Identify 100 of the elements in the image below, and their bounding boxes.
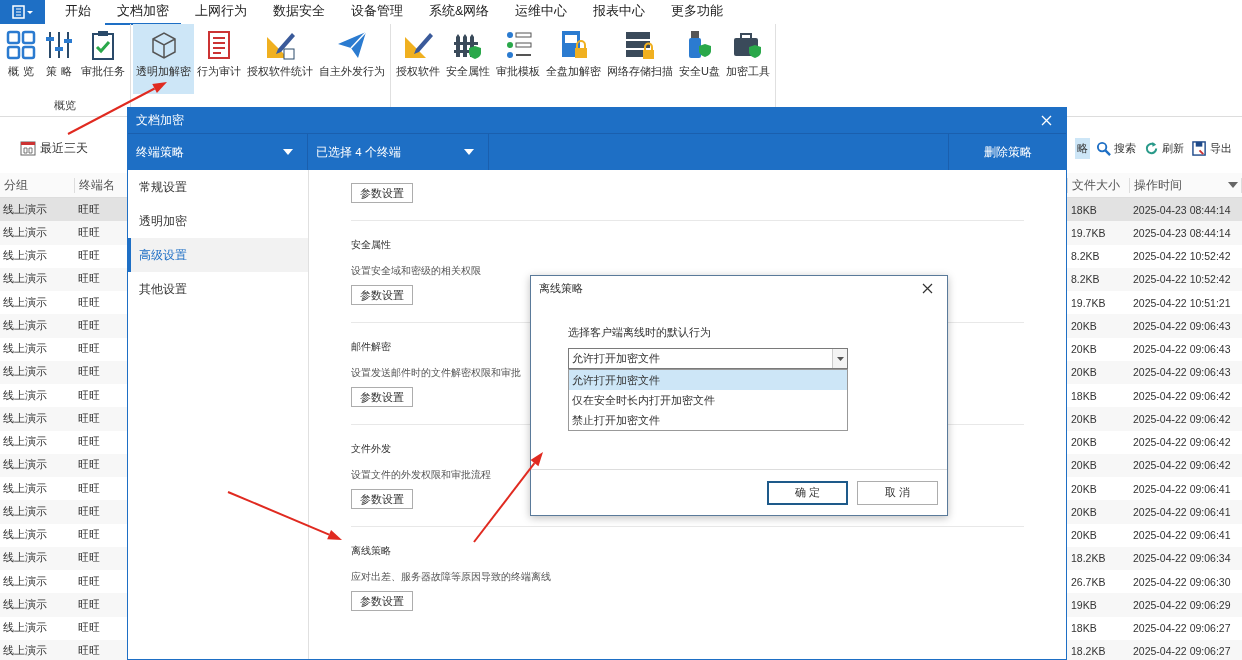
nav-item[interactable]: 其他设置: [128, 272, 308, 306]
toolbar-button[interactable]: 略: [1075, 137, 1090, 159]
table-cell-text: 旺旺: [77, 435, 100, 450]
table-cell-text: 旺旺: [77, 202, 100, 217]
nav-item[interactable]: 高级设置: [128, 238, 308, 272]
menu-tab[interactable]: 数据安全: [261, 0, 337, 25]
table-cell-text: 线上演示: [2, 272, 47, 287]
menu-tab[interactable]: 开始: [53, 0, 103, 25]
table-cell-text: 旺旺: [77, 225, 100, 240]
nav-item[interactable]: 常规设置: [128, 170, 308, 204]
menu-tab[interactable]: 系统&网络: [417, 0, 502, 25]
policy-dropdown[interactable]: 终端策略: [128, 134, 308, 170]
ribbon-button[interactable]: 授权软件: [393, 24, 443, 94]
table-cell-text: 旺旺: [77, 272, 100, 287]
table-cell-text: 2025-04-22 09:06:41: [1132, 529, 1231, 542]
ribbon-button[interactable]: 审批模板: [493, 24, 543, 94]
menu-tab[interactable]: 更多功能: [659, 0, 736, 25]
section-title: 安全属性: [351, 238, 391, 252]
table-cell-text: 2025-04-22 09:06:43: [1132, 366, 1231, 379]
grid-icon: [5, 29, 37, 61]
settings-button[interactable]: 参数设置: [351, 591, 413, 611]
table-cell-text: 线上演示: [2, 295, 47, 310]
ribbon-button[interactable]: 概 览: [2, 24, 40, 94]
window-title: 离线策略: [539, 281, 583, 296]
table-cell-text: 19.7KB: [1070, 226, 1106, 239]
table-cell-text: 20KB: [1070, 319, 1097, 332]
table-cell-text: 19KB: [1070, 598, 1097, 611]
ribbon-button[interactable]: 网络存储扫描: [604, 24, 676, 94]
behavior-select[interactable]: 允许打开加密文件: [568, 348, 848, 369]
dropdown-option[interactable]: 禁止打开加密文件: [569, 410, 847, 430]
section-description: 设置发送邮件时的文件解密权限和审批: [351, 366, 521, 380]
table-cell-text: 20KB: [1070, 482, 1097, 495]
refresh-icon: [1144, 140, 1159, 156]
table-cell-text: 旺旺: [77, 411, 100, 426]
column-header[interactable]: 分组: [0, 177, 75, 193]
caret-icon: [464, 149, 474, 155]
table-cell-text: 2025-04-22 10:51:21: [1132, 296, 1231, 309]
field-label: 选择客户端离线时的默认行为: [568, 325, 712, 340]
table-cell-text: 旺旺: [77, 295, 100, 310]
table-cell-text: 2025-04-22 09:06:43: [1132, 343, 1231, 356]
cancel-button[interactable]: 取 消: [857, 480, 938, 505]
dropdown-option[interactable]: 仅在安全时长内打开加密文件: [569, 390, 847, 410]
table-cell-text: 20KB: [1070, 459, 1097, 472]
ribbon-button[interactable]: 加密工具: [722, 24, 773, 94]
menu-tab[interactable]: 设备管理: [339, 0, 415, 25]
table-cell-text: 线上演示: [2, 597, 47, 612]
date-filter-button[interactable]: 最近三天: [20, 139, 88, 157]
table-cell-text: 20KB: [1070, 366, 1097, 379]
table-cell-text: 2025-04-22 10:52:42: [1132, 273, 1231, 286]
ribbon-button[interactable]: 安全U盘: [676, 24, 723, 94]
table-cell-text: 旺旺: [77, 318, 100, 333]
table-cell-text: 2025-04-22 09:06:29: [1132, 598, 1231, 611]
settings-button[interactable]: 参数设置: [351, 489, 413, 509]
toolbar-button[interactable]: 导出: [1190, 137, 1234, 159]
table-cell-text: 线上演示: [2, 202, 47, 217]
table-cell-text: 线上演示: [2, 621, 47, 636]
ribbon-button[interactable]: 自主外发行为: [316, 24, 388, 94]
table-cell-text: 线上演示: [2, 318, 47, 333]
ribbon-button[interactable]: 策 略: [40, 24, 78, 94]
selection-dropdown[interactable]: 已选择 4 个终端: [308, 134, 489, 170]
settings-button[interactable]: 参数设置: [351, 183, 413, 203]
toolbar-button[interactable]: 刷新: [1142, 137, 1186, 159]
search-icon: [1096, 140, 1111, 156]
table-cell-text: 线上演示: [2, 574, 47, 589]
settings-button[interactable]: 参数设置: [351, 285, 413, 305]
table-cell-text: 20KB: [1070, 505, 1097, 518]
ribbon-button[interactable]: 授权软件统计: [244, 24, 316, 94]
menu-tab[interactable]: 报表中心: [581, 0, 658, 25]
app-menu-button[interactable]: [0, 0, 45, 24]
ribbon-button[interactable]: 安全属性: [443, 24, 493, 94]
table-cell-text: 旺旺: [77, 528, 100, 543]
column-header[interactable]: 文件大小: [1068, 177, 1130, 193]
delete-policy-button[interactable]: 删除策略: [949, 134, 1066, 170]
menu-tab[interactable]: 上网行为: [183, 0, 259, 25]
table-cell-text: 旺旺: [77, 365, 100, 380]
table-cell-text: 线上演示: [2, 458, 47, 473]
table-cell-text: 2025-04-22 09:06:41: [1132, 505, 1231, 518]
caret-icon: [1228, 182, 1238, 188]
ribbon-button[interactable]: 审批任务: [78, 24, 128, 94]
table-cell-text: 旺旺: [77, 574, 100, 589]
ribbon-button[interactable]: 行为审计: [194, 24, 244, 94]
toolbar-button[interactable]: 搜索: [1094, 137, 1138, 159]
server-lock-icon: [624, 29, 656, 61]
table-cell-text: 旺旺: [77, 621, 100, 636]
window-title: 文档加密: [136, 113, 184, 128]
nav-item[interactable]: 透明加密: [128, 204, 308, 238]
table-cell-text: 线上演示: [2, 481, 47, 496]
ribbon-button[interactable]: 透明加解密: [133, 24, 194, 94]
menu-tab[interactable]: 运维中心: [503, 0, 580, 25]
table-cell-text: 18KB: [1070, 389, 1097, 402]
table-cell-text: 线上演示: [2, 342, 47, 357]
dropdown-option[interactable]: 允许打开加密文件: [569, 370, 847, 390]
table-cell-text: 旺旺: [77, 342, 100, 357]
table-cell-text: 线上演示: [2, 551, 47, 566]
ribbon-button[interactable]: 全盘加解密: [543, 24, 604, 94]
ok-button[interactable]: 确 定: [767, 480, 848, 505]
menu-icon: [11, 5, 34, 19]
close-icon[interactable]: [922, 283, 933, 294]
section-title: 文件外发: [351, 442, 391, 456]
settings-button[interactable]: 参数设置: [351, 387, 413, 407]
